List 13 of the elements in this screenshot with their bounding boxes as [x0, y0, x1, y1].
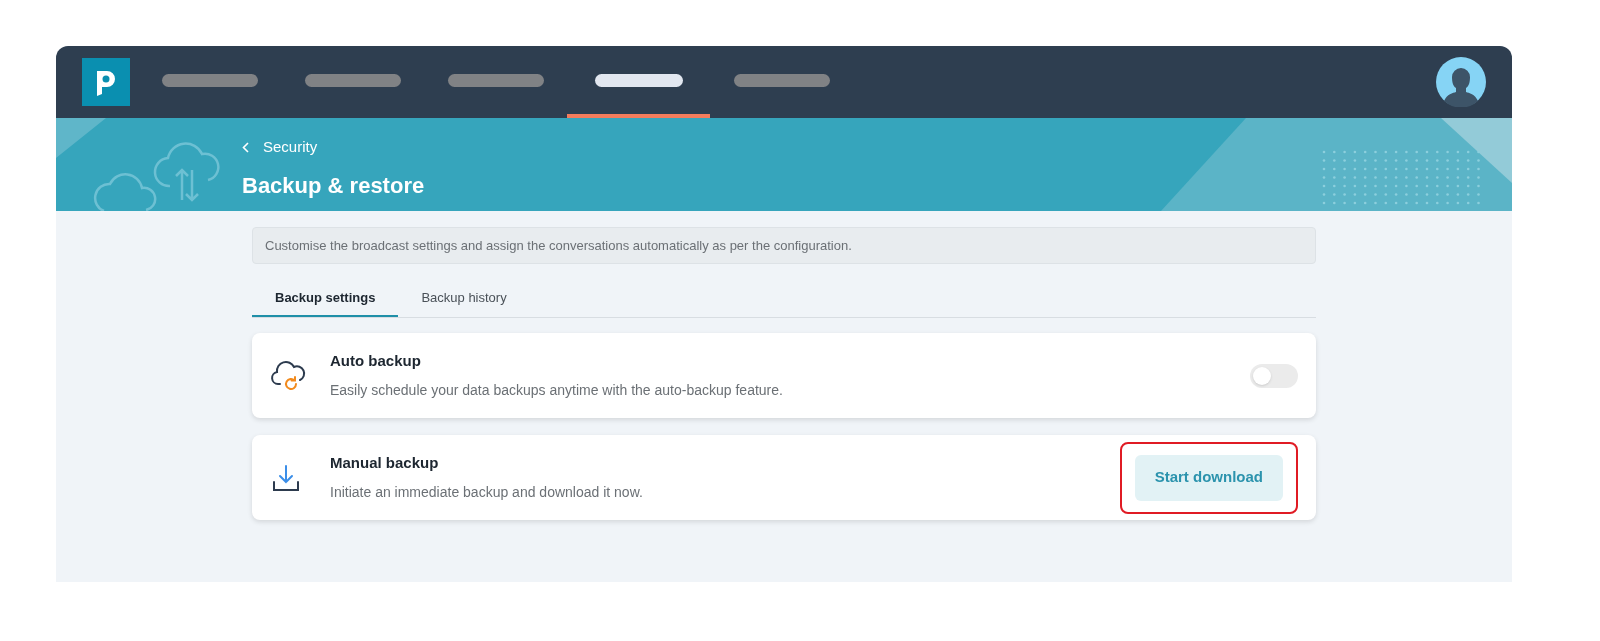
toggle-switch[interactable] [1250, 363, 1298, 388]
tab[interactable]: Backup history [398, 281, 530, 317]
card-title: Auto backup [330, 350, 422, 371]
card-subtitle: Easily schedule your data backups anytime with the auto-backup feature. [330, 381, 784, 401]
chevron-left-icon [242, 141, 249, 153]
logo[interactable] [82, 58, 130, 106]
page-title: Backup & restore [242, 171, 425, 200]
info-banner: Customise the broadcast settings and assign the conversations automatically as per the configuration. [252, 227, 1316, 264]
avatar-icon[interactable] [1436, 57, 1486, 107]
corner-triangle-shape [56, 118, 106, 158]
card-title: Manual backup [330, 452, 440, 473]
card-subtitle: Initiate an immediate backup and download it now. [330, 483, 644, 503]
tab[interactable]: Backup settings [252, 281, 399, 317]
